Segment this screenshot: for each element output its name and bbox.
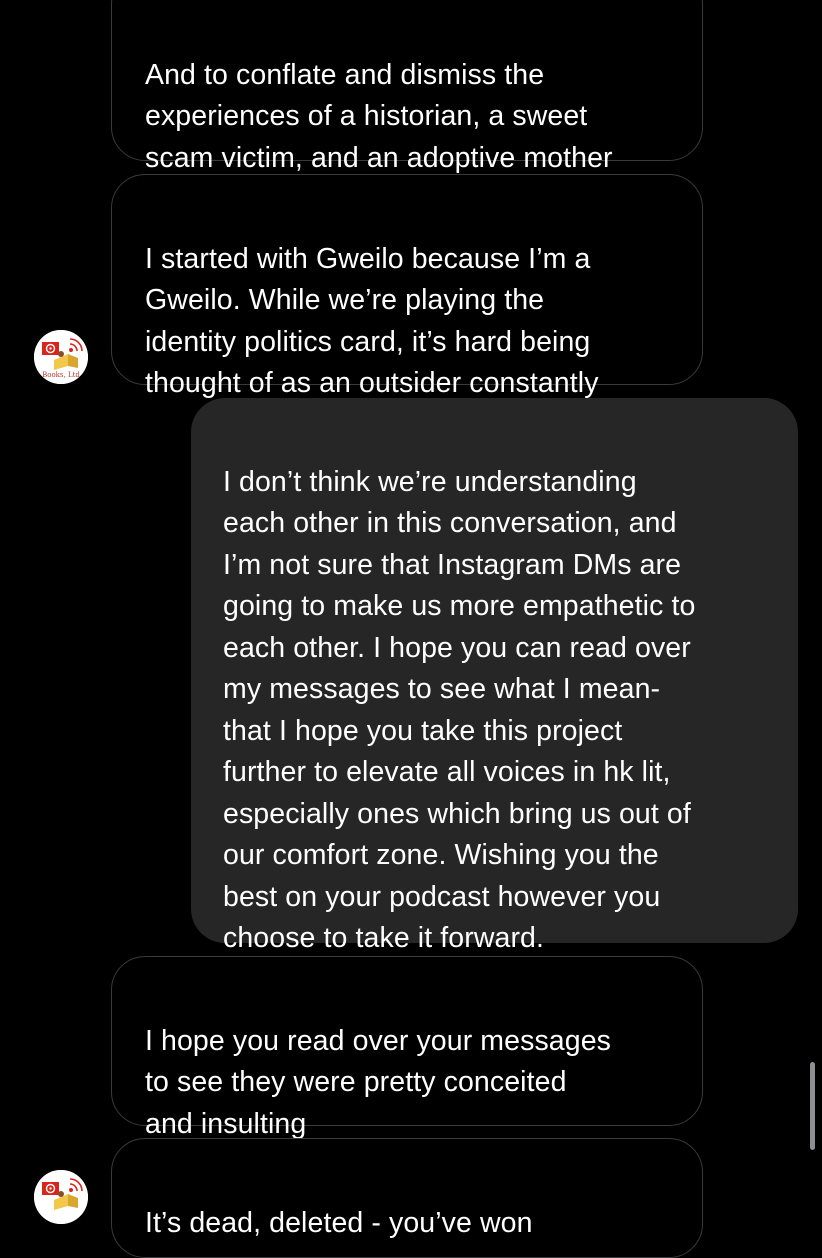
received-message-bubble[interactable]: And to conflate and dismiss the experien… (111, 0, 703, 174)
message-text: I started with Gweilo because I’m a Gwei… (145, 242, 599, 400)
received-message-bubble[interactable]: It’s dead, deleted - you’ve won (111, 1138, 703, 1258)
received-message-bubble[interactable]: I started with Gweilo because I’m a Gwei… (111, 174, 703, 399)
books-ltd-logo-icon (34, 1170, 88, 1224)
message-text: It’s dead, deleted - you’ve won (145, 1206, 533, 1239)
contact-avatar[interactable]: Books, Ltd (34, 330, 88, 384)
avatar-label: Books, Ltd (42, 371, 80, 379)
message-text: I hope you read over your messages to se… (145, 1024, 611, 1140)
scrollbar-thumb[interactable] (810, 1062, 815, 1150)
contact-avatar[interactable] (34, 1170, 88, 1224)
message-text: I don’t think we’re understanding each o… (223, 465, 696, 955)
received-message-bubble[interactable]: I hope you read over your messages to se… (111, 956, 703, 1140)
message-text: And to conflate and dismiss the experien… (145, 58, 613, 174)
message-thread[interactable]: And to conflate and dismiss the experien… (0, 0, 822, 1258)
sent-message-bubble[interactable]: I don’t think we’re understanding each o… (191, 398, 798, 954)
